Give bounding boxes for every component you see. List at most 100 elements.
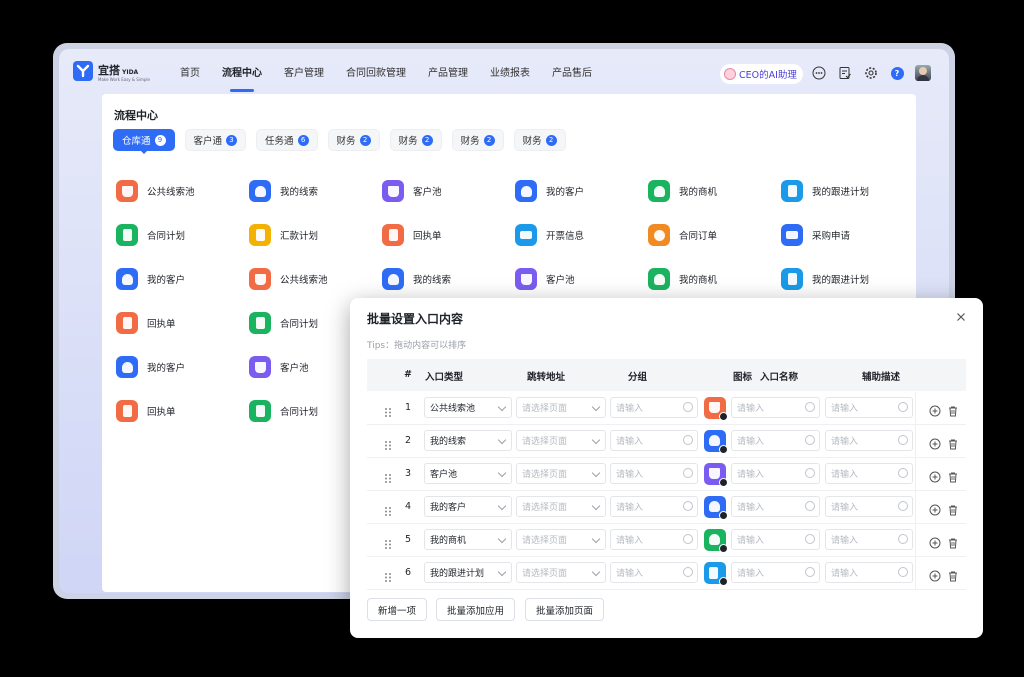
entry-name-input[interactable]: 请输入 (731, 562, 820, 583)
app-entry[interactable]: 汇款计划 (249, 213, 382, 257)
app-entry[interactable]: 合同订单 (648, 213, 781, 257)
entry-type-select[interactable]: 客户池 (424, 463, 512, 484)
entry-type-select[interactable]: 我的客户 (424, 496, 512, 517)
url-select[interactable]: 请选择页面 (516, 397, 606, 418)
app-entry[interactable]: 采购申请 (781, 213, 914, 257)
globe-icon[interactable] (805, 468, 815, 478)
app-entry[interactable]: 我的客户 (515, 169, 648, 213)
app-entry[interactable]: 我的跟进计划 (781, 257, 914, 301)
person-icon[interactable] (704, 529, 728, 553)
nav-item-customer[interactable]: 客户管理 (284, 64, 324, 79)
add-one-button[interactable]: 新增一项 (367, 598, 428, 621)
nav-item-report[interactable]: 业绩报表 (490, 64, 530, 79)
description-input[interactable]: 请输入 (825, 562, 913, 583)
app-entry[interactable]: 我的线索 (249, 169, 382, 213)
edit-icon[interactable] (719, 445, 728, 454)
delete-icon[interactable] (947, 435, 959, 450)
add-row-icon[interactable] (929, 435, 941, 450)
tab-finance[interactable]: 财务 2 (327, 129, 380, 151)
globe-icon[interactable] (683, 534, 693, 544)
app-entry[interactable]: 回执单 (116, 301, 249, 345)
entry-type-select[interactable]: 我的跟进计划 (424, 562, 512, 583)
tab-finance[interactable]: 财务 2 (513, 129, 566, 151)
table-row[interactable]: 5 我的商机 请选择页面 请输入 请输入 请输入 (367, 524, 966, 557)
app-entry[interactable]: 客户池 (382, 169, 515, 213)
table-row[interactable]: 6 我的跟进计划 请选择页面 请输入 请输入 请输入 (367, 557, 966, 590)
edit-icon[interactable] (719, 511, 728, 520)
delete-icon[interactable] (947, 501, 959, 516)
group-input[interactable]: 请输入 (610, 496, 698, 517)
app-entry[interactable]: 回执单 (116, 389, 249, 433)
batch-add-page-button[interactable]: 批量添加页面 (525, 598, 605, 621)
edit-icon[interactable] (719, 412, 728, 421)
table-row[interactable]: 1 公共线索池 请选择页面 请输入 请输入 请输入 (367, 392, 966, 425)
app-entry[interactable]: 回执单 (382, 213, 515, 257)
globe-icon[interactable] (683, 435, 693, 445)
gear-icon[interactable] (863, 65, 879, 81)
add-row-icon[interactable] (929, 501, 941, 516)
add-row-icon[interactable] (929, 468, 941, 483)
table-row[interactable]: 4 我的客户 请选择页面 请输入 请输入 请输入 (367, 491, 966, 524)
app-entry[interactable]: 合同计划 (116, 213, 249, 257)
delete-icon[interactable] (947, 468, 959, 483)
group-input[interactable]: 请输入 (610, 463, 698, 484)
calendar-icon[interactable] (704, 562, 728, 586)
drag-handle-icon[interactable] (384, 535, 392, 549)
globe-icon[interactable] (898, 567, 908, 577)
person-icon[interactable] (704, 430, 728, 454)
globe-icon[interactable] (805, 402, 815, 412)
delete-icon[interactable] (947, 567, 959, 582)
url-select[interactable]: 请选择页面 (516, 430, 606, 451)
delete-icon[interactable] (947, 534, 959, 549)
tab-customer[interactable]: 客户通 3 (184, 129, 247, 151)
globe-icon[interactable] (898, 468, 908, 478)
globe-icon[interactable] (898, 435, 908, 445)
entry-type-select[interactable]: 我的线索 (424, 430, 512, 451)
people-icon[interactable] (704, 496, 728, 520)
description-input[interactable]: 请输入 (825, 463, 913, 484)
globe-icon[interactable] (683, 402, 693, 412)
url-select[interactable]: 请选择页面 (516, 562, 606, 583)
drag-handle-icon[interactable] (384, 403, 392, 417)
tab-task[interactable]: 任务通 6 (256, 129, 318, 151)
entry-type-select[interactable]: 我的商机 (424, 529, 512, 550)
add-row-icon[interactable] (929, 567, 941, 582)
app-entry[interactable]: 我的跟进计划 (781, 169, 914, 213)
app-entry[interactable]: 公共线索池 (249, 257, 382, 301)
nav-item-product[interactable]: 产品管理 (428, 64, 468, 79)
table-row[interactable]: 3 客户池 请选择页面 请输入 请输入 请输入 (367, 458, 966, 491)
entry-name-input[interactable]: 请输入 (731, 496, 820, 517)
nav-item-process-center[interactable]: 流程中心 (222, 64, 262, 92)
globe-icon[interactable] (683, 567, 693, 577)
drag-handle-icon[interactable] (384, 568, 392, 582)
delete-icon[interactable] (947, 402, 959, 417)
url-select[interactable]: 请选择页面 (516, 463, 606, 484)
nav-item-home[interactable]: 首页 (180, 64, 200, 79)
tab-finance[interactable]: 财务 2 (451, 129, 504, 151)
close-icon[interactable] (954, 309, 968, 323)
edit-icon[interactable] (719, 577, 728, 586)
app-entry[interactable]: 公共线索池 (116, 169, 249, 213)
description-input[interactable]: 请输入 (825, 430, 913, 451)
globe-icon[interactable] (805, 501, 815, 511)
add-row-icon[interactable] (929, 534, 941, 549)
app-entry[interactable]: 我的商机 (648, 257, 781, 301)
batch-add-app-button[interactable]: 批量添加应用 (436, 598, 516, 621)
entry-name-input[interactable]: 请输入 (731, 430, 820, 451)
app-entry[interactable]: 我的客户 (116, 345, 249, 389)
app-entry[interactable]: 开票信息 (515, 213, 648, 257)
description-input[interactable]: 请输入 (825, 496, 913, 517)
globe-icon[interactable] (805, 567, 815, 577)
globe-icon[interactable] (898, 402, 908, 412)
table-row[interactable]: 2 我的线索 请选择页面 请输入 请输入 请输入 (367, 425, 966, 458)
tab-finance[interactable]: 财务 2 (389, 129, 442, 151)
globe-icon[interactable] (898, 534, 908, 544)
edit-icon[interactable] (719, 544, 728, 553)
globe-icon[interactable] (805, 435, 815, 445)
description-input[interactable]: 请输入 (825, 529, 913, 550)
drag-handle-icon[interactable] (384, 436, 392, 450)
group-input[interactable]: 请输入 (610, 562, 698, 583)
description-input[interactable]: 请输入 (825, 397, 913, 418)
globe-icon[interactable] (898, 501, 908, 511)
nav-item-aftersale[interactable]: 产品售后 (552, 64, 592, 79)
